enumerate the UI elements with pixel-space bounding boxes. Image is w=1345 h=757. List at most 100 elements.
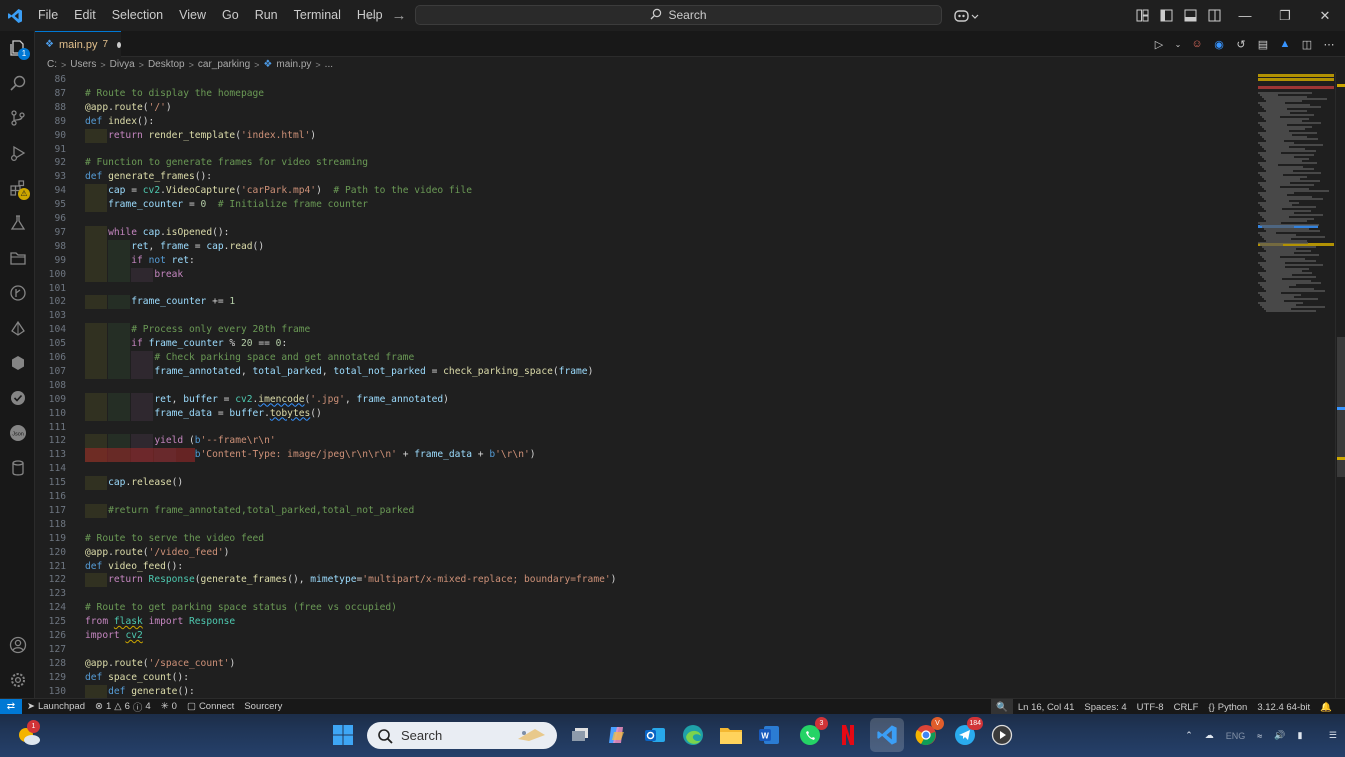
outlook-icon[interactable] — [642, 722, 668, 748]
edge-icon[interactable] — [680, 722, 706, 748]
code-line[interactable]: 120 @app.route('/video_feed') — [35, 546, 1255, 560]
code-line[interactable]: 124 # Route to get parking space status (… — [35, 601, 1255, 615]
connect-item[interactable]: ▢ Connect — [182, 701, 239, 712]
encoding[interactable]: UTF-8 — [1132, 702, 1169, 713]
code-line[interactable]: 119 # Route to serve the video feed — [35, 532, 1255, 546]
menu-go[interactable]: Go — [214, 0, 247, 31]
unsaved-dot-icon[interactable] — [117, 41, 121, 48]
code-line[interactable]: 93 def generate_frames(): — [35, 170, 1255, 184]
breadcrumb-item[interactable]: Desktop — [148, 59, 185, 70]
copilot-button[interactable] — [952, 0, 982, 31]
telegram-icon[interactable]: 184 — [952, 717, 983, 748]
code-line[interactable]: 102 frame_counter += 1 — [35, 295, 1255, 310]
copilot-icon[interactable] — [604, 722, 630, 748]
file-explorer-icon[interactable] — [718, 722, 744, 748]
menu-selection[interactable]: Selection — [104, 0, 171, 31]
customize-layout-icon[interactable] — [1133, 7, 1151, 25]
code-line[interactable]: 122 return Response(generate_frames(), m… — [35, 573, 1255, 588]
open-preview-icon[interactable]: ▤ — [1255, 36, 1271, 52]
clock[interactable] — [1314, 731, 1317, 741]
code-line[interactable]: 99 if not ret: — [35, 253, 1255, 268]
code-line[interactable]: 98 ret, frame = cap.read() — [35, 239, 1255, 254]
sourcery-item[interactable]: Sourcery — [239, 701, 287, 712]
code-line[interactable]: 108 — [35, 379, 1255, 393]
menu-edit[interactable]: Edit — [66, 0, 104, 31]
folder-icon[interactable] — [0, 241, 35, 275]
problems-item[interactable]: ⊗ 1 △ 6 ⓘ 4 — [90, 700, 156, 714]
code-line[interactable]: 112 yield (b'--frame\r\n' — [35, 434, 1255, 449]
pin-extension-icon[interactable]: ▲ — [1277, 36, 1293, 52]
code-line[interactable]: 94 cap = cv2.VideoCapture('carPark.mp4')… — [35, 184, 1255, 199]
code-line[interactable]: 90 return render_template('index.html') — [35, 128, 1255, 143]
menu-file[interactable]: File — [30, 0, 66, 31]
task-view-icon[interactable] — [567, 722, 593, 748]
menu-view[interactable]: View — [171, 0, 214, 31]
database-icon[interactable] — [0, 451, 35, 485]
toggle-panel-icon[interactable] — [1181, 7, 1199, 25]
code-line[interactable]: 86 — [35, 73, 1255, 87]
search-icon[interactable] — [0, 66, 35, 100]
code-line[interactable]: 96 — [35, 212, 1255, 226]
source-control-icon[interactable] — [0, 101, 35, 135]
menu-terminal[interactable]: Terminal — [286, 0, 349, 31]
zoom-item[interactable]: 🔍 — [991, 699, 1013, 715]
code-line[interactable]: 89 def index(): — [35, 115, 1255, 129]
code-line[interactable]: 118 — [35, 518, 1255, 532]
battery-icon[interactable]: ▮ — [1297, 730, 1302, 741]
launchpad-item[interactable]: ➤ Launchpad — [22, 701, 90, 712]
breadcrumb-item[interactable]: ... — [325, 59, 333, 70]
ports-item[interactable]: ✳ 0 — [156, 701, 182, 712]
timeline-history-icon[interactable]: ↺ — [1233, 36, 1249, 52]
wifi-icon[interactable]: ≈ — [1257, 731, 1262, 741]
breadcrumb-item[interactable]: C: — [47, 59, 57, 70]
word-icon[interactable]: W — [756, 722, 782, 748]
windows-start-icon[interactable] — [330, 722, 356, 748]
code-line[interactable]: 107 frame_annotated, total_parked, total… — [35, 364, 1255, 379]
testing-icon[interactable] — [0, 206, 35, 240]
code-line[interactable]: 111 — [35, 421, 1255, 435]
split-editor-icon[interactable]: ◫ — [1299, 36, 1315, 52]
code-line[interactable]: 129 def space_count(): — [35, 671, 1255, 685]
whatsapp-icon[interactable]: 3 — [797, 717, 828, 748]
restore-icon[interactable]: ❐ — [1265, 0, 1305, 31]
code-line[interactable]: 126 import cv2 — [35, 629, 1255, 643]
language-mode[interactable]: {} Python — [1203, 702, 1252, 713]
code-line[interactable]: 105 if frame_counter % 20 == 0: — [35, 337, 1255, 352]
run-debug-icon[interactable] — [0, 136, 35, 170]
extensions-icon[interactable]: ⚠ — [0, 171, 35, 205]
vscode-taskbar-icon[interactable] — [870, 718, 904, 752]
more-actions-icon[interactable]: ⋯ — [1321, 36, 1337, 52]
json-icon[interactable]: Json — [0, 416, 35, 450]
code-line[interactable]: 88 @app.route('/') — [35, 101, 1255, 115]
command-center-search[interactable]: Search — [415, 5, 942, 25]
code-line[interactable]: 101 — [35, 282, 1255, 296]
close-icon[interactable]: ✕ — [1305, 0, 1345, 31]
line-endings[interactable]: CRLF — [1169, 702, 1204, 713]
account-icon[interactable] — [0, 628, 35, 662]
menu-run[interactable]: Run — [247, 0, 286, 31]
volume-icon[interactable]: 🔊 — [1274, 730, 1285, 741]
code-line[interactable]: 97 while cap.isOpened(): — [35, 225, 1255, 240]
code-line[interactable]: 91 — [35, 143, 1255, 157]
git-graph-icon[interactable] — [0, 276, 35, 310]
code-line[interactable]: 110 frame_data = buffer.tobytes() — [35, 406, 1255, 421]
code-line[interactable]: 92 # Function to generate frames for vide… — [35, 156, 1255, 170]
remote-indicator-icon[interactable]: ⇄ — [0, 698, 22, 715]
forward-arrow-icon[interactable]: → — [390, 7, 408, 24]
explorer-icon[interactable]: 1 — [0, 31, 35, 65]
minimize-icon[interactable]: — — [1225, 0, 1265, 31]
run-dropdown-chevron-icon[interactable]: ⌄ — [1173, 36, 1183, 52]
notification-center-icon[interactable]: ☰ — [1329, 730, 1337, 741]
code-line[interactable]: 128 @app.route('/space_count') — [35, 657, 1255, 671]
code-line[interactable]: 113 b'Content-Type: image/jpeg\r\n\r\n' … — [35, 448, 1255, 463]
breadcrumb-item[interactable]: Divya — [110, 59, 135, 70]
code-line[interactable]: 115 cap.release() — [35, 476, 1255, 491]
smiley-extension-icon[interactable]: ☺ — [1189, 36, 1205, 52]
code-editor[interactable]: 86 87 # Route to display the homepage 88 @ap… — [35, 72, 1255, 698]
taskbar-search[interactable]: Search — [367, 722, 557, 749]
code-line[interactable]: 109 ret, buffer = cv2.imencode('.jpg', f… — [35, 392, 1255, 407]
code-line[interactable]: 117 #return frame_annotated,total_parked… — [35, 503, 1255, 518]
breadcrumb-item[interactable]: Users — [70, 59, 96, 70]
check-circle-icon[interactable] — [0, 381, 35, 415]
cursor-position[interactable]: Ln 16, Col 41 — [1013, 702, 1080, 713]
